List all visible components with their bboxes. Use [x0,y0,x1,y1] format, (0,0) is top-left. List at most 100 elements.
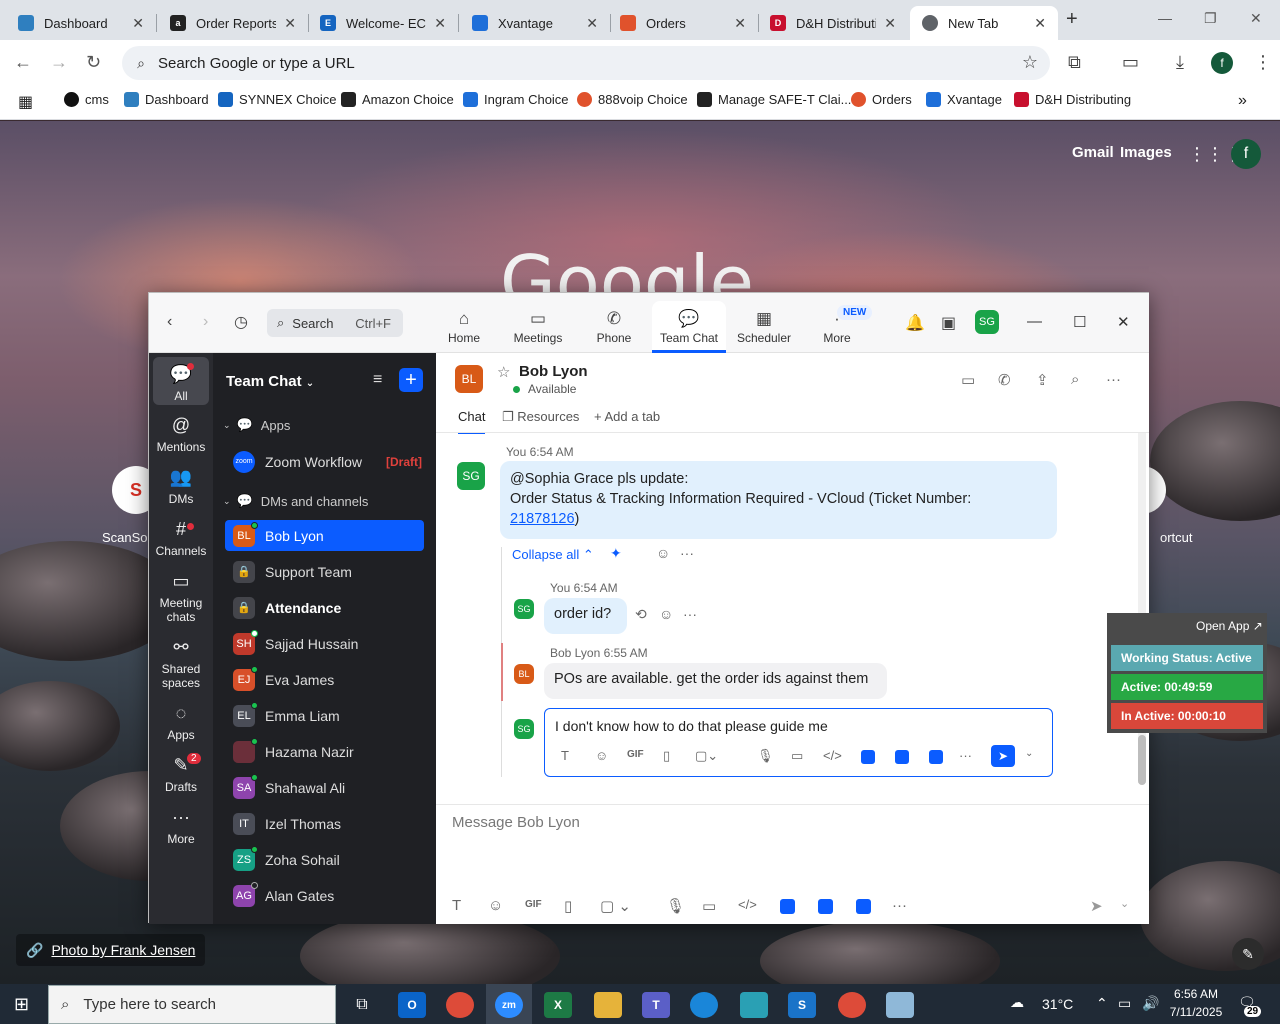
clock-date[interactable]: 7/11/2025 [1166,1005,1226,1019]
rail-all[interactable]: 💬 All [153,357,209,405]
restore-icon[interactable]: ❐ [1204,10,1217,27]
tab-xvantage[interactable]: Xvantage ✕ [460,6,610,40]
teams-icon[interactable]: T [642,992,670,1018]
video-message-icon[interactable]: ▭ [791,748,803,764]
message-bubble[interactable]: @Sophia Grace pls update: Order Status &… [500,461,1057,539]
app-icon[interactable] [856,899,871,914]
bookmark-amazon[interactable]: Amazon Choice [341,92,454,107]
bookmark-cms[interactable]: cms [64,92,109,107]
list-item-hazama-nazir[interactable]: Hazama Nazir [225,736,424,767]
close-tab-icon[interactable]: ✕ [1034,15,1046,32]
maximize-icon[interactable]: ☐ [1073,313,1086,331]
new-tab-plus-icon[interactable]: + [1066,8,1078,31]
bookmark-dashboard[interactable]: Dashboard [124,92,209,107]
microphone-icon[interactable]: 🎙 [666,897,685,915]
outlook-icon[interactable]: O [398,992,426,1018]
bookmark-888voip[interactable]: 888voip Choice [577,92,688,107]
file-icon[interactable]: ▯ [564,897,572,915]
task-view-icon[interactable]: ⧉ [348,992,376,1018]
contact-avatar[interactable]: BL [455,365,483,393]
more-options-icon[interactable]: ··· [1106,371,1121,388]
chrome-icon[interactable] [838,992,866,1018]
taskbar-search-input[interactable]: ⌕ Type here to search [48,985,336,1024]
bookmark-safe-t[interactable]: Manage SAFE-T Clai... [697,92,851,107]
bookmark-dh[interactable]: D&H Distributing [1014,92,1131,107]
rail-shared-spaces[interactable]: ⚯ Shared spaces [153,637,209,690]
bookmark-xvantage[interactable]: Xvantage [926,92,1002,107]
weather-icon[interactable]: ☁ [1010,994,1024,1011]
bookmark-synnex[interactable]: SYNNEX Choice [218,92,337,107]
tab-welcome-ece[interactable]: E Welcome- ECE ✕ [308,6,458,40]
file-explorer-icon[interactable] [594,992,622,1018]
close-tab-icon[interactable]: ✕ [586,15,598,32]
thread-reply-input[interactable]: I don't know how to do that please guide… [544,708,1053,777]
code-icon[interactable]: </> [738,897,757,912]
app-icon[interactable] [861,750,875,764]
microphone-icon[interactable]: 🎙 [757,748,774,764]
temperature[interactable]: 31°C [1042,996,1073,1012]
share-screen-icon[interactable]: ⇪ [1036,371,1049,389]
minimize-icon[interactable]: — [1158,10,1172,26]
profile-avatar[interactable]: f [1211,52,1233,74]
app-icon[interactable] [886,992,914,1018]
star-icon[interactable]: ☆ [497,363,510,381]
subtab-resources[interactable]: ❐ Resources [502,409,579,425]
ticket-link[interactable]: 21878126 [510,511,575,527]
extensions-icon[interactable]: ⧉ [1068,52,1081,73]
app-icon[interactable] [895,750,909,764]
tab-team-chat[interactable]: 💬 Team Chat [652,301,726,353]
tab-new-tab[interactable]: New Tab ✕ [910,6,1058,40]
rail-channels[interactable]: # Channels [153,519,209,558]
reply-bubble[interactable]: order id? [544,598,627,634]
rail-meeting-chats[interactable]: ▭ Meeting chats [153,571,209,624]
app-icon[interactable] [929,750,943,764]
close-window-icon[interactable]: ✕ [1250,10,1262,27]
tab-scheduler[interactable]: ▦ Scheduler [727,309,801,345]
zoom-app-icon[interactable]: zm [495,992,523,1018]
emoji-react-icon[interactable]: ☺ [656,545,670,561]
rail-more[interactable]: ··· More [153,807,209,846]
app-icon[interactable] [740,992,768,1018]
tab-dh-distributing[interactable]: D D&H Distributi ✕ [758,6,908,40]
bookmark-star-icon[interactable]: ☆ [1022,52,1038,73]
list-item-eva-james[interactable]: EJ Eva James [225,664,424,695]
list-item-attendance[interactable]: 🔒 Attendance [225,592,424,623]
contact-name[interactable]: Bob Lyon [519,363,588,380]
list-item-bob-lyon[interactable]: BL Bob Lyon [225,520,424,551]
list-item-alan-gates[interactable]: AG Alan Gates [225,880,424,911]
download-icon[interactable]: ⤓ [1176,52,1184,73]
network-icon[interactable]: ▭ [1118,995,1131,1012]
list-item-zoom-workflow[interactable]: zoom Zoom Workflow [Draft] [225,446,424,477]
more-dots-icon[interactable]: ··· [959,748,972,763]
gmail-link[interactable]: Gmail [1072,144,1114,161]
emoji-react-icon[interactable]: ☺ [659,606,673,622]
tab-phone[interactable]: ✆ Phone [577,309,651,345]
close-tab-icon[interactable]: ✕ [434,15,446,32]
close-tab-icon[interactable]: ✕ [284,15,296,32]
list-item-shahawal-ali[interactable]: SA Shahawal Ali [225,772,424,803]
rail-drafts[interactable]: ✎ Drafts 2 [153,753,209,794]
app-icon[interactable] [818,899,833,914]
open-app-link[interactable]: Open App ↗ [1196,619,1263,633]
close-tab-icon[interactable]: ✕ [884,15,896,32]
new-chat-button[interactable]: + [399,368,423,392]
cast-icon[interactable]: ▭ [1122,52,1139,73]
photo-credit-link[interactable]: 🔗 Photo by Frank Jensen [16,934,206,966]
omnibox[interactable]: ⌕ Search Google or type a URL ☆ [122,46,1050,80]
more-options-icon[interactable]: ··· [683,606,697,622]
list-item-emma-liam[interactable]: EL Emma Liam [225,700,424,731]
search-icon[interactable]: ⌕ [1071,371,1079,388]
tab-meetings[interactable]: ▭ Meetings [501,309,575,345]
video-message-icon[interactable]: ▭ [702,897,716,915]
back-icon[interactable]: ‹ [167,313,172,331]
excel-icon[interactable]: X [544,992,572,1018]
reply-bubble[interactable]: POs are available. get the order ids aga… [544,663,887,699]
tray-chevron-icon[interactable]: ⌃ [1096,995,1108,1012]
emoji-icon[interactable]: ☺ [595,748,608,763]
screenshot-icon[interactable]: ▢⌄ [695,748,718,764]
app-icon[interactable] [780,899,795,914]
code-icon[interactable]: </> [823,748,842,763]
back-icon[interactable]: ← [14,52,32,73]
gift-box-icon[interactable]: ▣ [941,313,956,333]
tab-orders[interactable]: Orders ✕ [608,6,758,40]
